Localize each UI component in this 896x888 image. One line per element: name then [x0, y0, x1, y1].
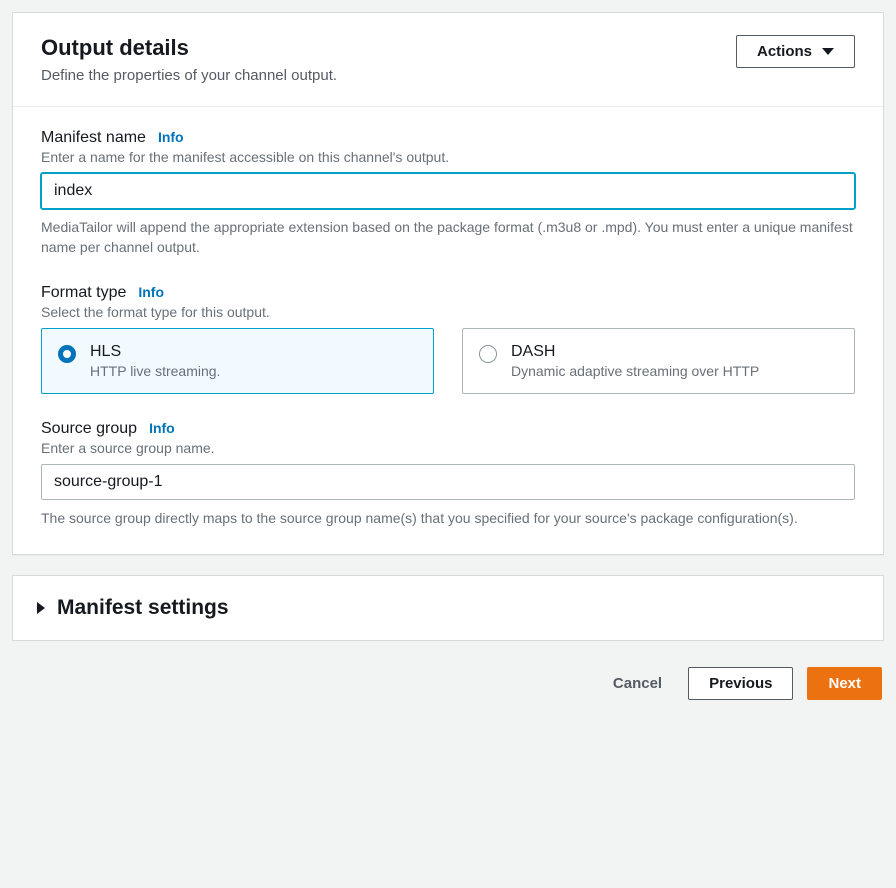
panel-title: Output details	[41, 35, 337, 61]
source-group-input[interactable]	[41, 464, 855, 500]
radio-icon	[479, 345, 497, 363]
format-type-label: Format type	[41, 284, 126, 302]
footer-actions: Cancel Previous Next	[12, 667, 884, 700]
output-details-panel: Output details Define the properties of …	[12, 12, 884, 555]
panel-header: Output details Define the properties of …	[13, 13, 883, 107]
source-group-group: Source group Info Enter a source group n…	[41, 420, 855, 528]
manifest-name-group: Manifest name Info Enter a name for the …	[41, 129, 855, 258]
manifest-name-label: Manifest name	[41, 129, 146, 147]
panel-subtitle: Define the properties of your channel ou…	[41, 67, 337, 84]
panel-body: Manifest name Info Enter a name for the …	[13, 107, 883, 554]
source-group-info-link[interactable]: Info	[149, 420, 175, 436]
actions-button[interactable]: Actions	[736, 35, 855, 68]
previous-button[interactable]: Previous	[688, 667, 793, 700]
manifest-settings-title: Manifest settings	[57, 596, 229, 620]
actions-label: Actions	[757, 43, 812, 60]
source-group-label: Source group	[41, 420, 137, 438]
format-option-dash[interactable]: DASH Dynamic adaptive streaming over HTT…	[462, 328, 855, 394]
source-group-desc: Enter a source group name.	[41, 440, 855, 456]
manifest-name-input[interactable]	[41, 173, 855, 209]
format-dash-desc: Dynamic adaptive streaming over HTTP	[511, 363, 759, 379]
manifest-name-info-link[interactable]: Info	[158, 129, 184, 145]
manifest-name-desc: Enter a name for the manifest accessible…	[41, 149, 855, 165]
format-option-hls[interactable]: HLS HTTP live streaming.	[41, 328, 434, 394]
source-group-help: The source group directly maps to the so…	[41, 508, 855, 528]
format-type-desc: Select the format type for this output.	[41, 304, 855, 320]
format-dash-title: DASH	[511, 343, 759, 361]
format-type-info-link[interactable]: Info	[138, 284, 164, 300]
expand-right-icon	[37, 602, 45, 614]
manifest-name-help: MediaTailor will append the appropriate …	[41, 217, 855, 258]
caret-down-icon	[822, 48, 834, 55]
format-hls-title: HLS	[90, 343, 220, 361]
next-button[interactable]: Next	[807, 667, 882, 700]
format-hls-desc: HTTP live streaming.	[90, 363, 220, 379]
format-type-group: Format type Info Select the format type …	[41, 284, 855, 394]
manifest-settings-panel[interactable]: Manifest settings	[12, 575, 884, 641]
cancel-button[interactable]: Cancel	[601, 668, 674, 699]
radio-icon	[58, 345, 76, 363]
